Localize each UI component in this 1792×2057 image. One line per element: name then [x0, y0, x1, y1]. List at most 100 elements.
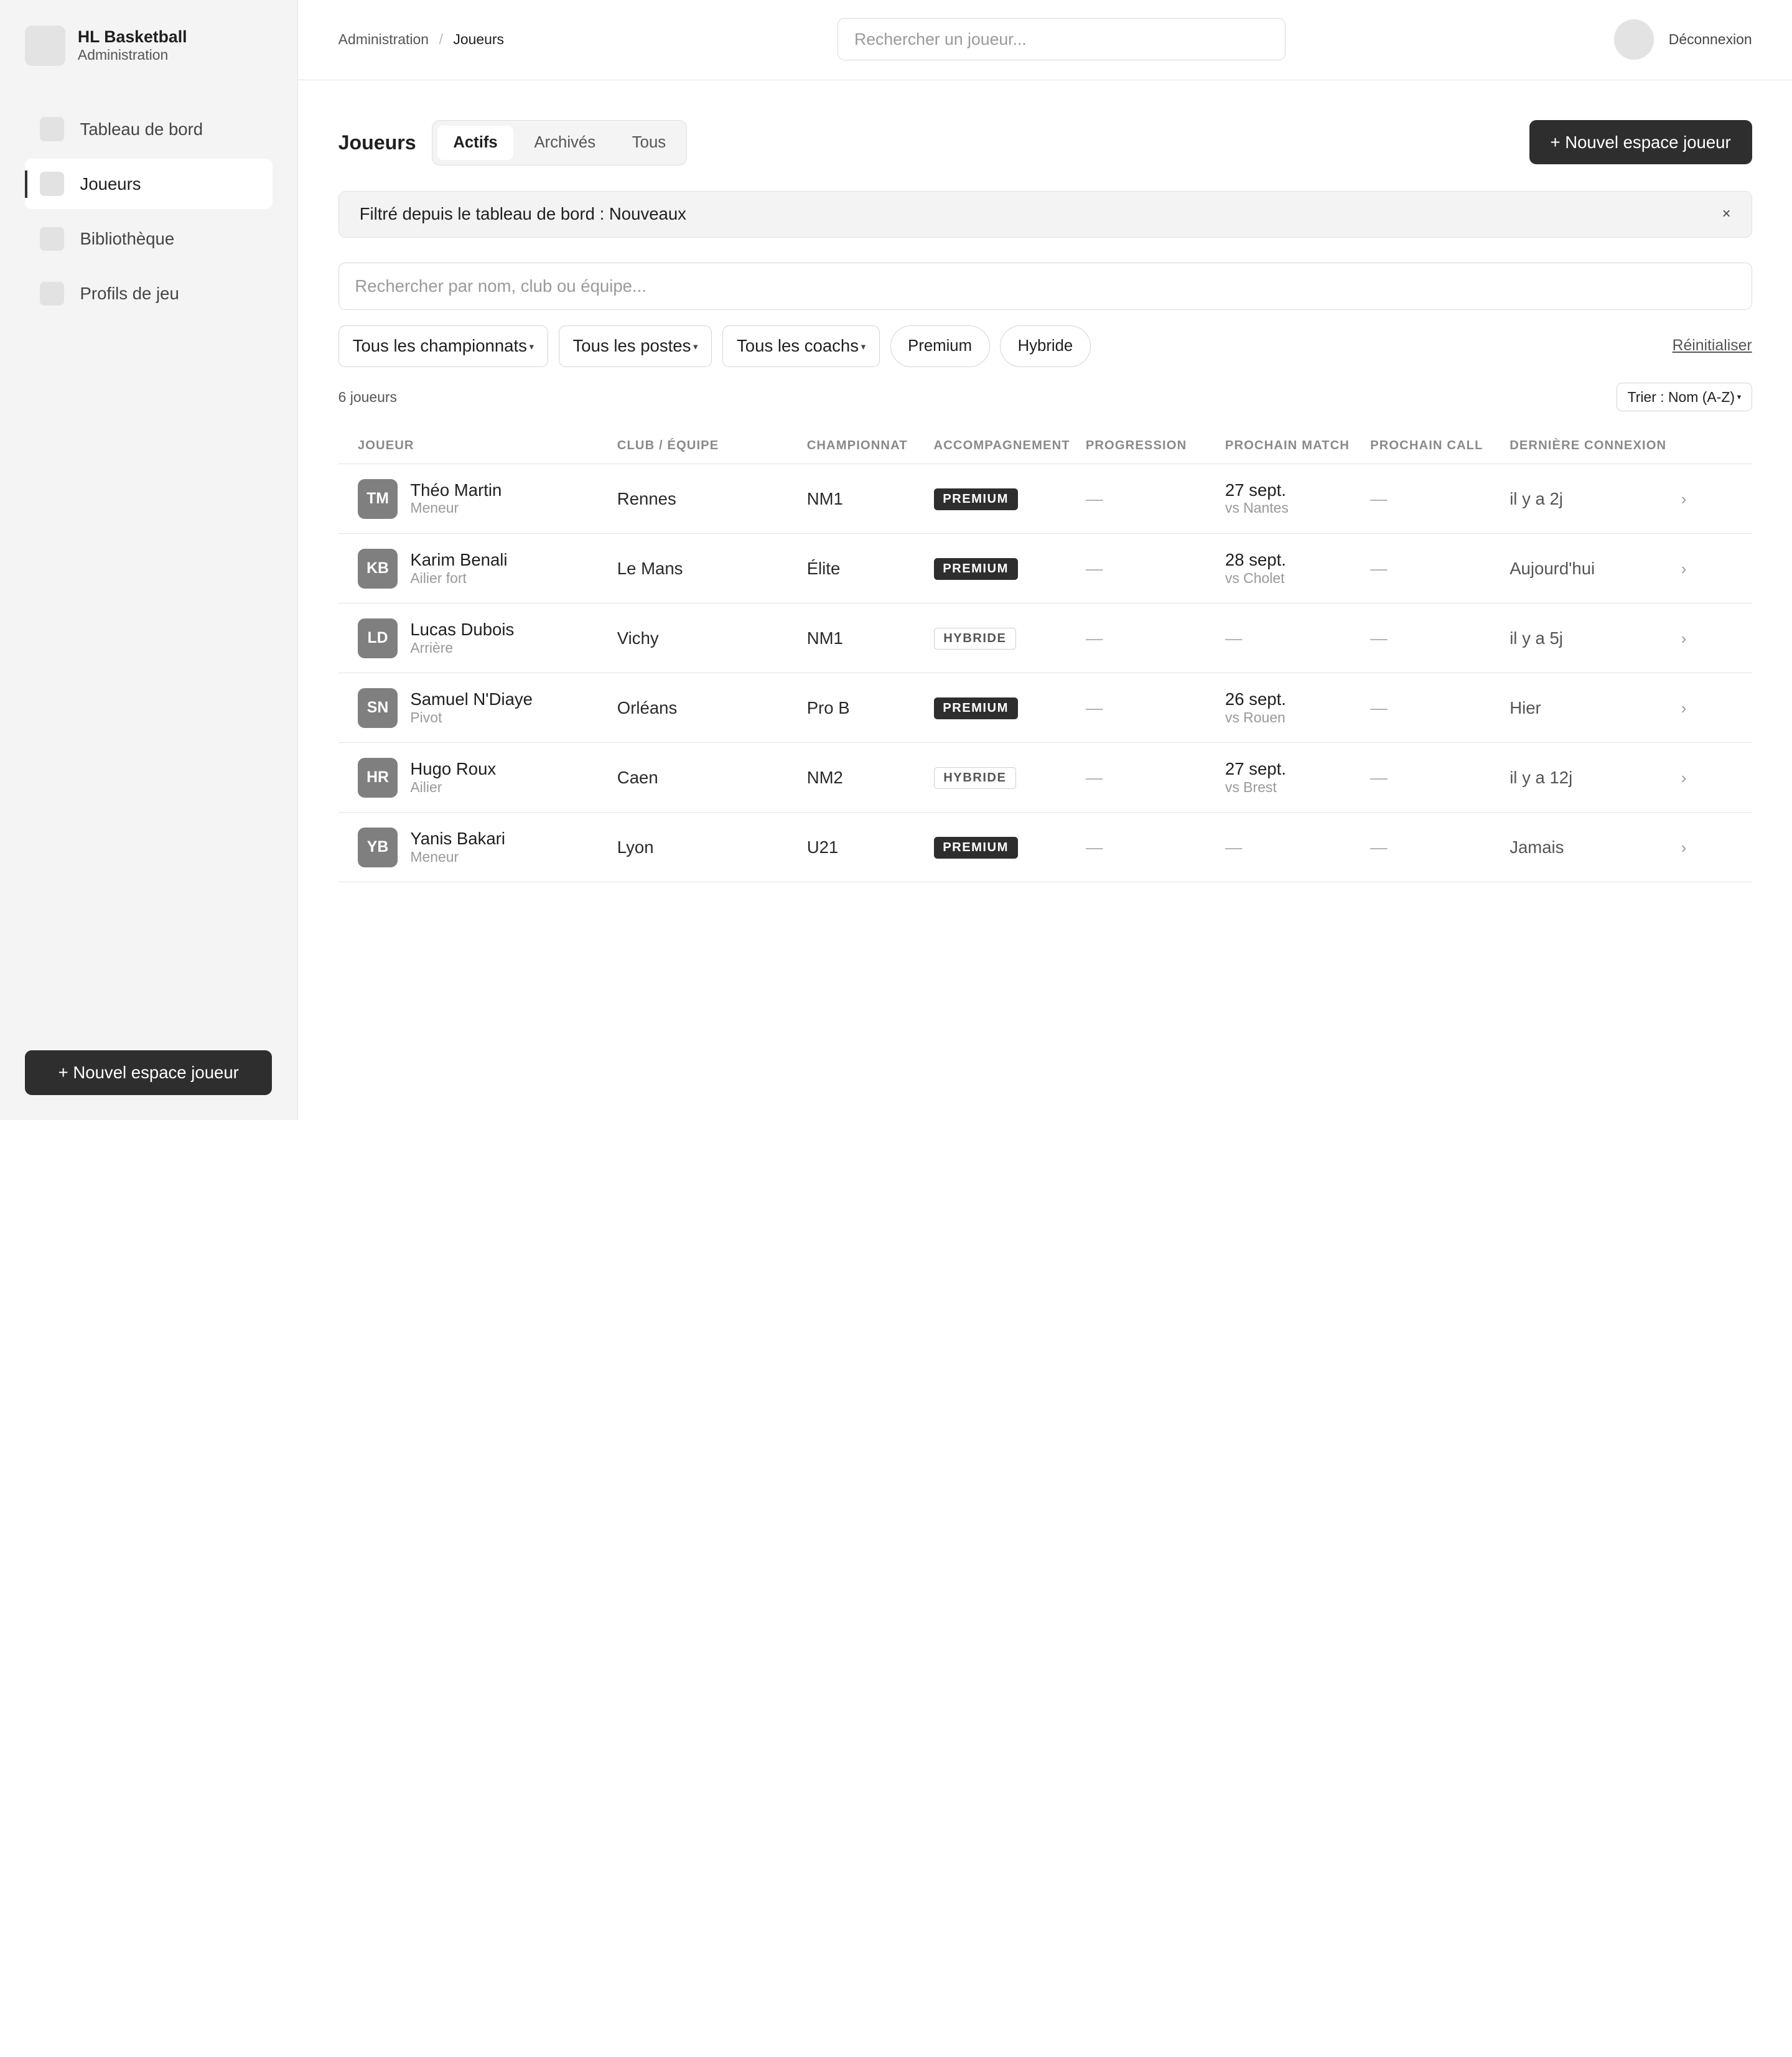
progression-cell: — — [1085, 533, 1225, 604]
accompagnement-cell: PREMIUM — [933, 464, 1086, 534]
col-header-accompagnement[interactable]: ACCOMPAGNEMENT — [933, 428, 1086, 465]
player: KB Karim Benali Ailier fort — [357, 548, 617, 589]
col-header-prochain-call[interactable]: PROCHAIN CALL — [1370, 428, 1510, 465]
col-header-actions — [1681, 428, 1752, 465]
player-name[interactable]: Samuel N'Diaye — [410, 689, 533, 709]
table-row[interactable]: LD Lucas Dubois Arrière Vichy NM1 HYBRID… — [338, 603, 1752, 674]
main: Administration / Joueurs Rechercher un j… — [298, 0, 1792, 1120]
accompagnement-cell: PREMIUM — [933, 812, 1086, 883]
avatar[interactable] — [1613, 19, 1654, 60]
progression-cell: — — [1085, 742, 1225, 813]
reset-link[interactable]: Réinitialiser — [1673, 337, 1752, 355]
player-name[interactable]: Hugo Roux — [410, 759, 496, 778]
filters-bar: Tous les championnats ▾ Tous les postes … — [338, 325, 1752, 368]
player: TM Théo Martin Meneur — [357, 478, 617, 519]
status-badge: PREMIUM — [933, 837, 1018, 859]
chevron-right-icon[interactable]: › — [1681, 839, 1687, 857]
breadcrumb-current: Joueurs — [453, 31, 505, 48]
club-cell: Rennes — [617, 464, 807, 534]
status-badge: HYBRIDE — [933, 628, 1017, 650]
call-cell: — — [1370, 533, 1510, 604]
row-action-cell: › — [1681, 603, 1752, 674]
filter-banner-text: Filtré depuis le tableau de bord : Nouve… — [359, 204, 686, 224]
col-header-progression[interactable]: PROGRESSION — [1085, 428, 1225, 465]
accompagnement-cell: PREMIUM — [933, 673, 1086, 744]
status-badge: PREMIUM — [933, 558, 1018, 581]
player-avatar: KB — [357, 548, 398, 589]
brand-logo — [25, 26, 65, 66]
sidebar-item-profils-de-jeu[interactable]: Profils de jeu — [25, 269, 273, 319]
search-input[interactable]: Rechercher par nom, club ou équipe... — [338, 263, 1752, 310]
col-header-club[interactable]: CLUB / ÉQUIPE — [617, 428, 807, 465]
app-root: HL Basketball Administration Tableau de … — [0, 0, 1792, 1120]
table-row[interactable]: SN Samuel N'Diaye Pivot Orléans Pro B PR… — [338, 673, 1752, 744]
match-cell: — — [1225, 603, 1371, 674]
match-cell: 27 sept. vs Brest — [1225, 742, 1371, 813]
logout-link[interactable]: Déconnexion — [1669, 31, 1752, 48]
tab-archives[interactable]: Archivés — [518, 126, 612, 160]
player-role: Ailier fort — [410, 569, 467, 586]
player-avatar: YB — [357, 827, 398, 867]
col-header-derniere-connexion[interactable]: DERNIÈRE CONNEXION — [1510, 428, 1681, 465]
tab-tous[interactable]: Tous — [616, 126, 682, 160]
chevron-right-icon[interactable]: › — [1681, 561, 1687, 578]
players-table: JOUEUR CLUB / ÉQUIPE CHAMPIONNAT ACCOMPA… — [338, 428, 1752, 883]
tab-actifs[interactable]: Actifs — [437, 126, 514, 161]
table-row[interactable]: HR Hugo Roux Ailier Caen NM2 HYBRIDE — 2… — [338, 742, 1752, 813]
player-name[interactable]: Karim Benali — [410, 550, 507, 569]
premium-chip[interactable]: Premium — [890, 325, 990, 368]
chevron-down-icon: ▾ — [861, 342, 866, 352]
breadcrumb-separator: / — [439, 31, 443, 48]
player-name[interactable]: Théo Martin — [410, 480, 502, 500]
call-cell: — — [1370, 742, 1510, 813]
chevron-down-icon: ▾ — [529, 342, 534, 352]
col-header-championnat[interactable]: CHAMPIONNAT — [806, 428, 934, 465]
player-role: Meneur — [410, 500, 459, 516]
table-row[interactable]: TM Théo Martin Meneur Rennes NM1 PREMIUM… — [338, 464, 1752, 534]
match-opponent: vs Nantes — [1225, 500, 1289, 516]
sort-select[interactable]: Trier : Nom (A-Z) ▾ — [1617, 383, 1752, 412]
table-row[interactable]: YB Yanis Bakari Meneur Lyon U21 PREMIUM … — [338, 812, 1752, 883]
hybride-chip[interactable]: Hybride — [1000, 325, 1091, 368]
last-login-cell: Jamais — [1510, 812, 1681, 883]
chevron-right-icon[interactable]: › — [1681, 770, 1687, 787]
brand-title: HL Basketball — [77, 27, 187, 47]
sidebar-item-tableau-de-bord[interactable]: Tableau de bord — [25, 104, 273, 154]
championnat-select[interactable]: Tous les championnats ▾ — [338, 325, 548, 368]
row-action-cell: › — [1681, 464, 1752, 534]
close-icon[interactable]: × — [1722, 205, 1731, 223]
match-date: 26 sept. — [1225, 689, 1286, 709]
match-cell: — — [1225, 812, 1371, 883]
table-row[interactable]: KB Karim Benali Ailier fort Le Mans Élit… — [338, 533, 1752, 604]
championnat-cell: Élite — [806, 533, 934, 604]
player-cell: HR Hugo Roux Ailier — [338, 742, 617, 813]
player-role: Arrière — [410, 639, 454, 656]
col-header-prochain-match[interactable]: PROCHAIN MATCH — [1225, 428, 1371, 465]
player-name[interactable]: Lucas Dubois — [410, 620, 514, 639]
poste-select[interactable]: Tous les postes ▾ — [558, 325, 712, 368]
accompagnement-cell: HYBRIDE — [933, 742, 1086, 813]
match-cell: 26 sept. vs Rouen — [1225, 673, 1371, 744]
brand[interactable]: HL Basketball Administration — [25, 25, 273, 66]
player-cell: TM Théo Martin Meneur — [338, 464, 617, 534]
chevron-right-icon[interactable]: › — [1681, 491, 1687, 508]
new-player-button[interactable]: + Nouvel espace joueur — [1529, 119, 1752, 165]
match-date: 27 sept. — [1225, 480, 1286, 500]
accompagnement-cell: PREMIUM — [933, 533, 1086, 604]
row-action-cell: › — [1681, 533, 1752, 604]
match-cell: 28 sept. vs Cholet — [1225, 533, 1371, 604]
sidebar-item-joueurs[interactable]: Joueurs — [25, 159, 273, 210]
breadcrumb-link-administration[interactable]: Administration — [338, 31, 429, 48]
call-cell: — — [1370, 673, 1510, 744]
top-search-input[interactable]: Rechercher un joueur... — [838, 18, 1286, 61]
col-header-joueur[interactable]: JOUEUR — [338, 428, 617, 465]
sidebar-new-player-button[interactable]: + Nouvel espace joueur — [25, 1050, 273, 1095]
sidebar-item-bibliotheque[interactable]: Bibliothèque — [25, 213, 273, 264]
coach-select[interactable]: Tous les coachs ▾ — [722, 325, 880, 368]
coach-select-value: Tous les coachs — [737, 336, 859, 356]
players-icon — [40, 172, 64, 196]
status-tabs: Actifs Archivés Tous — [432, 119, 688, 166]
chevron-right-icon[interactable]: › — [1681, 630, 1687, 648]
player-name[interactable]: Yanis Bakari — [410, 829, 505, 848]
chevron-right-icon[interactable]: › — [1681, 700, 1687, 717]
